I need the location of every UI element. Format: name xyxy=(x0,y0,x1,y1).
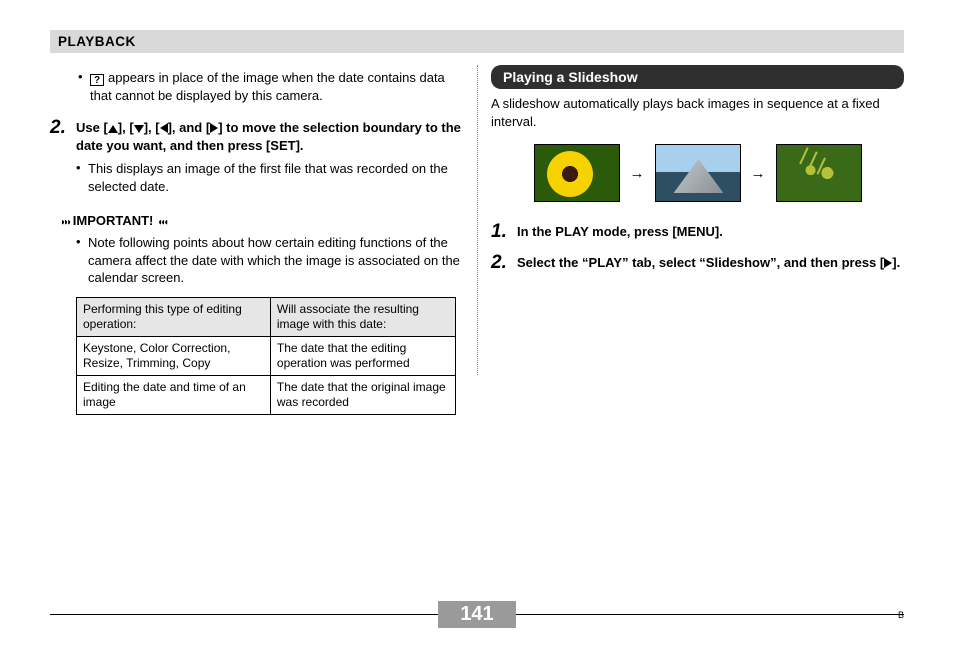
page: PLAYBACK • ?appears in place of the imag… xyxy=(0,0,954,415)
slideshow-figure: → → xyxy=(491,144,904,202)
step-2: 2. Use [], [], [], and [] to move the se… xyxy=(50,118,463,154)
table-row: Keystone, Color Correction, Resize, Trim… xyxy=(77,336,456,375)
column-divider xyxy=(477,65,478,375)
table-header-cell: Will associate the resulting image with … xyxy=(270,297,455,336)
bullet-icon: • xyxy=(76,234,88,287)
page-footer: 141 B xyxy=(50,601,904,628)
footer-rule xyxy=(50,614,438,615)
step-2-subnote: • This displays an image of the first fi… xyxy=(76,160,463,195)
slideshow-section-title: Playing a Slideshow xyxy=(491,65,904,89)
footer-mark: B xyxy=(898,610,904,620)
right-arrow-icon xyxy=(210,123,218,133)
left-arrow-icon xyxy=(160,123,168,133)
table-header-cell: Performing this type of editing operatio… xyxy=(77,297,271,336)
note-text: ?appears in place of the image when the … xyxy=(90,69,463,104)
step-number: 2. xyxy=(491,253,517,274)
step-number: 1. xyxy=(491,222,517,243)
t: ]. xyxy=(892,255,900,270)
arrow-icon: → xyxy=(751,165,766,182)
step-number: 2. xyxy=(50,118,76,154)
important-label: IMPORTANT! xyxy=(73,213,154,228)
thumb-flower xyxy=(534,144,620,202)
slideshow-description: A slideshow automatically plays back ima… xyxy=(491,95,904,130)
footer-rule xyxy=(516,614,904,615)
subnote-text: This displays an image of the first file… xyxy=(88,160,463,195)
section-header: PLAYBACK xyxy=(50,30,904,53)
table-cell: Keystone, Color Correction, Resize, Trim… xyxy=(77,336,271,375)
step-body: Select the “PLAY” tab, select “Slideshow… xyxy=(517,253,904,274)
t: ], and [ xyxy=(168,120,211,135)
step-body: In the PLAY mode, press [MENU]. xyxy=(517,222,904,243)
right-column: Playing a Slideshow A slideshow automati… xyxy=(477,65,904,415)
important-note: • Note following points about how certai… xyxy=(76,234,463,287)
table-row: Performing this type of editing operatio… xyxy=(77,297,456,336)
down-arrow-icon xyxy=(134,125,144,133)
editing-date-table: Performing this type of editing operatio… xyxy=(76,297,456,415)
t: ], [ xyxy=(144,120,160,135)
important-left-icon: ◗◗◗ xyxy=(60,217,69,228)
t: ], [ xyxy=(118,120,134,135)
left-column: • ?appears in place of the image when th… xyxy=(50,65,477,415)
note-body: appears in place of the image when the d… xyxy=(90,70,445,103)
question-mark-icon: ? xyxy=(90,74,104,86)
t: Use [ xyxy=(76,120,108,135)
page-number: 141 xyxy=(438,601,515,628)
t: Select the “PLAY” tab, select “Slideshow… xyxy=(517,255,884,270)
table-cell: The date that the editing operation was … xyxy=(270,336,455,375)
arrow-icon: → xyxy=(630,165,645,182)
table-row: Editing the date and time of an image Th… xyxy=(77,375,456,414)
bullet-icon: • xyxy=(78,69,90,104)
important-note-text: Note following points about how certain … xyxy=(88,234,463,287)
slideshow-step-1: 1. In the PLAY mode, press [MENU]. xyxy=(491,222,904,243)
slideshow-step-2: 2. Select the “PLAY” tab, select “Slides… xyxy=(491,253,904,274)
thumb-mountain xyxy=(655,144,741,202)
camera-note: • ?appears in place of the image when th… xyxy=(78,69,463,104)
important-heading: ◗◗◗ IMPORTANT! ◖◖◖ xyxy=(60,213,463,228)
bullet-icon: • xyxy=(76,160,88,195)
table-cell: Editing the date and time of an image xyxy=(77,375,271,414)
up-arrow-icon xyxy=(108,125,118,133)
table-cell: The date that the original image was rec… xyxy=(270,375,455,414)
important-right-icon: ◖◖◖ xyxy=(157,217,166,228)
thumb-dragonfly xyxy=(776,144,862,202)
step-body: Use [], [], [], and [] to move the selec… xyxy=(76,118,463,154)
two-column-layout: • ?appears in place of the image when th… xyxy=(50,65,904,415)
